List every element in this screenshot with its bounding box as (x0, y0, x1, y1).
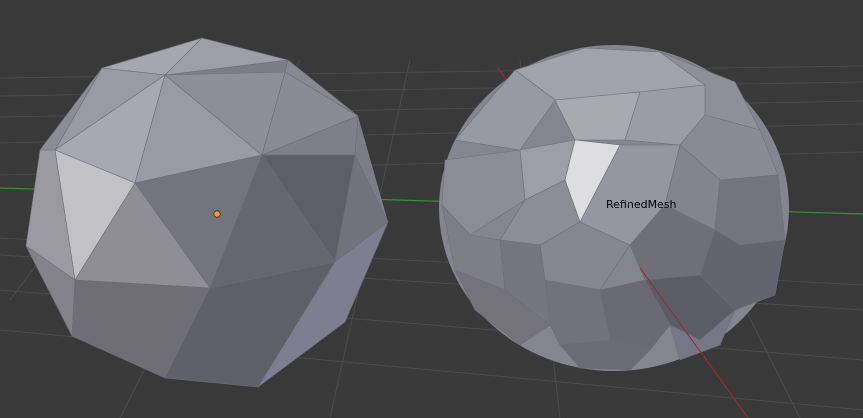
object-origin-icon[interactable] (213, 210, 221, 218)
refined-mesh-object[interactable]: RefinedMesh (439, 45, 789, 371)
3d-viewport[interactable]: RefinedMesh (0, 0, 863, 418)
object-name-label: RefinedMesh (606, 198, 677, 211)
